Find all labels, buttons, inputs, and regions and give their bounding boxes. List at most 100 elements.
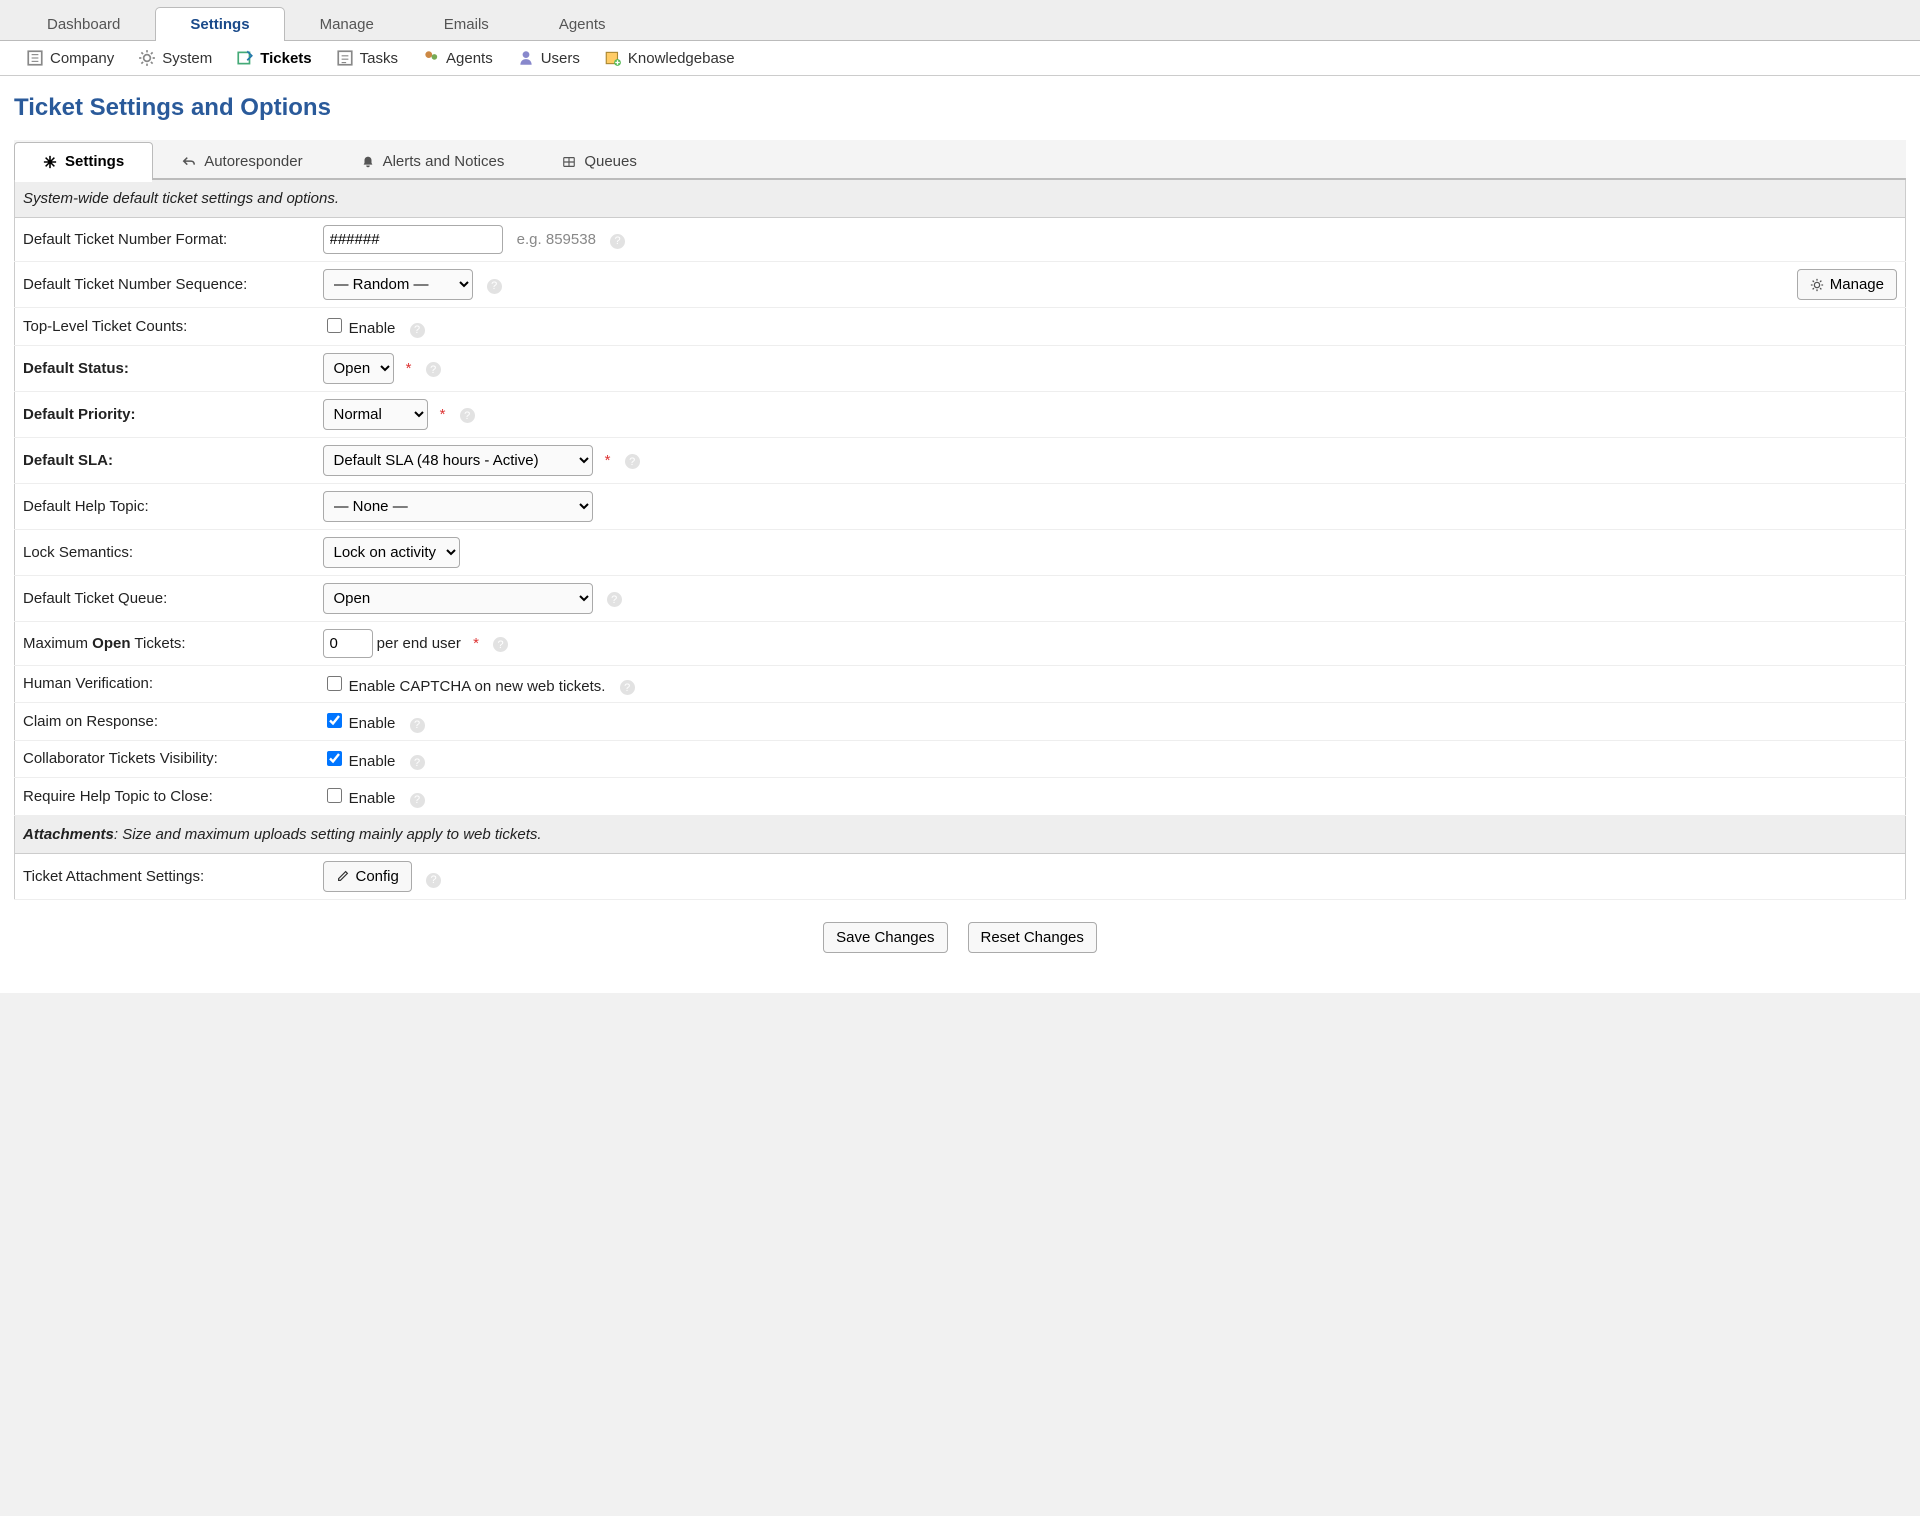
checkbox-require-topic-close[interactable]: [327, 788, 342, 803]
gear-icon: [1810, 278, 1824, 292]
gear-icon: [138, 49, 156, 67]
attach-config-label: Config: [356, 868, 399, 885]
subnav-agents-label: Agents: [446, 50, 493, 67]
select-default-queue[interactable]: Open: [323, 583, 593, 614]
reset-changes-button[interactable]: Reset Changes: [968, 922, 1097, 953]
help-icon[interactable]: ?: [625, 454, 640, 469]
company-icon: [26, 49, 44, 67]
label-default-sla: Default SLA:: [15, 437, 315, 483]
help-icon[interactable]: ?: [607, 592, 622, 607]
inner-tab-autoresponder[interactable]: Autoresponder: [153, 142, 331, 180]
checkbox-top-level-counts[interactable]: [327, 318, 342, 333]
knowledgebase-icon: [604, 49, 622, 67]
select-default-help-topic[interactable]: — None —: [323, 491, 593, 522]
save-changes-button[interactable]: Save Changes: [823, 922, 947, 953]
option-collab-vis: Enable: [349, 753, 396, 770]
subnav-agents[interactable]: Agents: [422, 49, 493, 67]
tab-emails[interactable]: Emails: [409, 7, 524, 41]
help-icon[interactable]: ?: [460, 408, 475, 423]
page-body: Ticket Settings and Options Settings Aut…: [0, 76, 1920, 993]
label-number-sequence: Default Ticket Number Sequence:: [15, 262, 315, 308]
select-default-sla[interactable]: Default SLA (48 hours - Active): [323, 445, 593, 476]
checkbox-human-verify[interactable]: [327, 676, 342, 691]
bell-icon: [361, 155, 375, 169]
settings-form: System-wide default ticket settings and …: [14, 180, 1906, 900]
label-top-level-counts: Top-Level Ticket Counts:: [15, 308, 315, 346]
subnav-tickets[interactable]: Tickets: [236, 49, 311, 67]
subnav-system-label: System: [162, 50, 212, 67]
required-mark: *: [605, 452, 611, 469]
reply-icon: [182, 155, 196, 169]
input-number-format[interactable]: [323, 225, 503, 254]
label-max-open: Maximum Open Tickets:: [15, 621, 315, 665]
grid-icon: [562, 155, 576, 169]
manage-sequence-button[interactable]: Manage: [1797, 269, 1897, 300]
label-attach-settings: Ticket Attachment Settings:: [15, 853, 315, 899]
label-require-topic-close: Require Help Topic to Close:: [15, 778, 315, 816]
help-icon[interactable]: ?: [610, 234, 625, 249]
inner-tab-alerts[interactable]: Alerts and Notices: [332, 142, 534, 180]
tasks-icon: [336, 49, 354, 67]
option-top-level-counts: Enable: [349, 320, 396, 337]
agents-icon: [422, 49, 440, 67]
edit-icon: [336, 869, 350, 883]
help-icon[interactable]: ?: [426, 873, 441, 888]
label-human-verify: Human Verification:: [15, 665, 315, 703]
settings-tabs: Settings Autoresponder Alerts and Notice…: [14, 140, 1906, 180]
help-icon[interactable]: ?: [487, 279, 502, 294]
select-default-priority[interactable]: Normal: [323, 399, 428, 430]
tab-agents[interactable]: Agents: [524, 7, 641, 41]
inner-tab-settings[interactable]: Settings: [14, 142, 153, 180]
tab-dashboard[interactable]: Dashboard: [12, 7, 155, 41]
sub-nav: Company System Tickets Tasks Agents User…: [0, 41, 1920, 76]
checkbox-collab-vis[interactable]: [327, 751, 342, 766]
tab-manage[interactable]: Manage: [285, 7, 409, 41]
attach-config-button[interactable]: Config: [323, 861, 412, 892]
subnav-company[interactable]: Company: [26, 49, 114, 67]
help-icon[interactable]: ?: [620, 680, 635, 695]
select-number-sequence[interactable]: — Random —: [323, 269, 473, 300]
required-mark: *: [473, 635, 479, 652]
inner-tab-autoresponder-label: Autoresponder: [204, 153, 302, 170]
users-icon: [517, 49, 535, 67]
subnav-users[interactable]: Users: [517, 49, 580, 67]
eg-number-format: e.g. 859538: [517, 231, 596, 248]
subnav-knowledgebase[interactable]: Knowledgebase: [604, 49, 735, 67]
inner-tab-queues-label: Queues: [584, 153, 637, 170]
label-number-format: Default Ticket Number Format:: [15, 218, 315, 262]
section-header-1: System-wide default ticket settings and …: [15, 180, 1906, 218]
subnav-tasks[interactable]: Tasks: [336, 49, 398, 67]
select-default-status[interactable]: Open: [323, 353, 394, 384]
label-claim-response: Claim on Response:: [15, 703, 315, 741]
help-icon[interactable]: ?: [410, 323, 425, 338]
label-default-priority: Default Priority:: [15, 391, 315, 437]
inner-tab-queues[interactable]: Queues: [533, 142, 666, 180]
input-max-open[interactable]: [323, 629, 373, 658]
help-icon[interactable]: ?: [426, 362, 441, 377]
required-mark: *: [406, 360, 412, 377]
tab-settings[interactable]: Settings: [155, 7, 284, 41]
select-lock-semantics[interactable]: Lock on activity: [323, 537, 460, 568]
suffix-max-open: per end user: [377, 635, 461, 652]
label-default-queue: Default Ticket Queue:: [15, 575, 315, 621]
help-icon[interactable]: ?: [410, 755, 425, 770]
option-claim-response: Enable: [349, 715, 396, 732]
form-actions: Save Changes Reset Changes: [14, 900, 1906, 953]
subnav-knowledgebase-label: Knowledgebase: [628, 50, 735, 67]
subnav-tasks-label: Tasks: [360, 50, 398, 67]
inner-tab-alerts-label: Alerts and Notices: [383, 153, 505, 170]
subnav-users-label: Users: [541, 50, 580, 67]
label-collab-vis: Collaborator Tickets Visibility:: [15, 740, 315, 778]
option-human-verify: Enable CAPTCHA on new web tickets.: [349, 678, 606, 695]
label-default-help-topic: Default Help Topic:: [15, 483, 315, 529]
help-icon[interactable]: ?: [493, 637, 508, 652]
subnav-tickets-label: Tickets: [260, 50, 311, 67]
help-icon[interactable]: ?: [410, 793, 425, 808]
required-mark: *: [440, 406, 446, 423]
checkbox-claim-response[interactable]: [327, 713, 342, 728]
subnav-system[interactable]: System: [138, 49, 212, 67]
help-icon[interactable]: ?: [410, 718, 425, 733]
option-require-topic-close: Enable: [349, 790, 396, 807]
label-default-status: Default Status:: [15, 345, 315, 391]
inner-tab-settings-label: Settings: [65, 153, 124, 170]
